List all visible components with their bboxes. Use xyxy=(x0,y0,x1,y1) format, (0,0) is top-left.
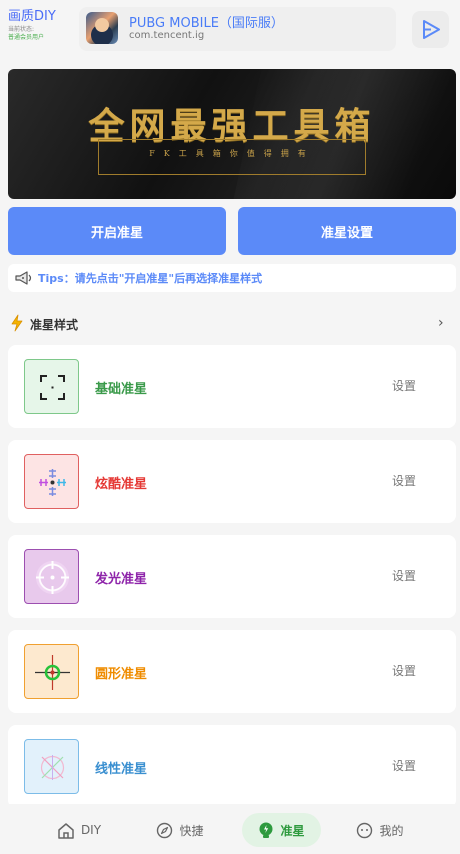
brand-block: 画质DIY 当前状态: 普通会员用户 xyxy=(8,9,78,42)
lightning-icon xyxy=(11,314,23,332)
crosshair-label: 线性准星 xyxy=(95,762,148,777)
cool-crosshair-icon xyxy=(24,454,79,509)
crosshair-setting-link[interactable]: 设置 xyxy=(392,472,416,489)
game-name: PUBG MOBILE（国际服） xyxy=(129,16,284,31)
game-app-icon xyxy=(86,12,118,44)
lightbulb-icon xyxy=(259,822,273,838)
crosshair-settings-button[interactable]: 准星设置 xyxy=(238,207,456,255)
crosshair-setting-link[interactable]: 设置 xyxy=(392,377,416,394)
crosshair-setting-link[interactable]: 设置 xyxy=(392,757,416,774)
tab-quick[interactable]: 快捷 xyxy=(143,813,217,847)
tips-text: Tips：请先点击"开启准星"后再选择准星样式 xyxy=(38,272,263,285)
home-icon xyxy=(58,822,74,839)
bottom-tab-bar: DIY 快捷 准星 我的 xyxy=(0,804,460,854)
crosshair-card-linear[interactable]: 线性准星 设置 xyxy=(8,725,456,808)
crosshair-card-cool[interactable]: 炫酷准星 设置 xyxy=(8,440,456,523)
chevron-right-icon[interactable]: › xyxy=(438,315,444,331)
megaphone-icon xyxy=(15,271,32,285)
banner-subtitle: FK工具箱你值得拥有 xyxy=(149,149,315,158)
top-header: 画质DIY 当前状态: 普通会员用户 PUBG MOBILE（国际服） com.… xyxy=(0,0,460,58)
tab-mine[interactable]: 我的 xyxy=(345,813,415,847)
crosshair-style-header[interactable]: 准星样式 › xyxy=(8,313,456,335)
section-title: 准星样式 xyxy=(30,318,79,332)
promo-banner[interactable]: 全网最强工具箱 FK工具箱你值得拥有 xyxy=(8,69,456,199)
face-icon xyxy=(357,822,373,838)
game-selector[interactable]: PUBG MOBILE（国际服） com.tencent.ig xyxy=(79,7,396,51)
crosshair-setting-link[interactable]: 设置 xyxy=(392,662,416,679)
glow-crosshair-icon xyxy=(24,549,79,604)
enable-crosshair-button[interactable]: 开启准星 xyxy=(8,207,226,255)
crosshair-card-basic[interactable]: 基础准星 设置 xyxy=(8,345,456,428)
game-package: com.tencent.ig xyxy=(129,30,205,41)
tab-crosshair[interactable]: 准星 xyxy=(242,813,321,847)
tab-label: 准星 xyxy=(280,823,305,838)
play-icon xyxy=(423,20,440,39)
tab-diy[interactable]: DIY xyxy=(44,813,114,847)
circle-crosshair-icon xyxy=(24,644,79,699)
basic-crosshair-icon xyxy=(24,359,79,414)
crosshair-card-circle[interactable]: 圆形准星 设置 xyxy=(8,630,456,713)
crosshair-label: 圆形准星 xyxy=(95,667,148,682)
crosshair-label: 炫酷准星 xyxy=(95,477,148,492)
compass-icon xyxy=(157,822,173,838)
launch-game-button[interactable] xyxy=(412,11,449,48)
status-value: 普通会员用户 xyxy=(8,34,45,41)
brand-title: 画质DIY xyxy=(8,9,56,24)
crosshair-card-glow[interactable]: 发光准星 设置 xyxy=(8,535,456,618)
tab-label: 快捷 xyxy=(179,823,204,838)
tab-label: DIY xyxy=(80,823,102,837)
tab-label: 我的 xyxy=(379,823,404,838)
tips-bar: Tips：请先点击"开启准星"后再选择准星样式 xyxy=(8,264,456,292)
crosshair-setting-link[interactable]: 设置 xyxy=(392,567,416,584)
crosshair-label: 发光准星 xyxy=(95,572,148,587)
crosshair-label: 基础准星 xyxy=(95,382,148,397)
linear-crosshair-icon xyxy=(24,739,79,794)
status-label: 当前状态: xyxy=(8,26,35,33)
